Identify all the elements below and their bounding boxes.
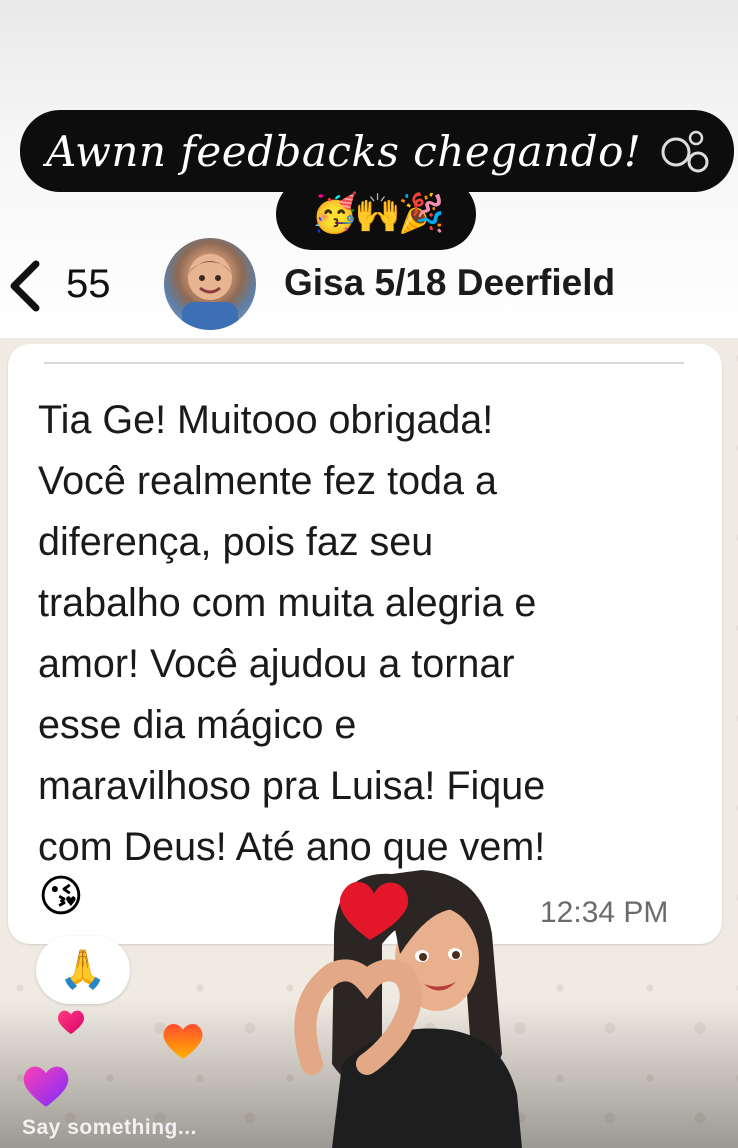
story-emoji-sticker[interactable]: 🥳🙌🎉: [276, 178, 476, 250]
unread-count[interactable]: 55: [66, 262, 111, 307]
message-timestamp: 12:34 PM: [540, 896, 669, 929]
heart-icon: [23, 1066, 69, 1107]
heart-icon: [163, 1024, 203, 1060]
caption-emojis: 🥳🙌🎉: [311, 193, 445, 235]
heart-icon: [57, 1010, 85, 1035]
back-chevron-icon[interactable]: [6, 258, 42, 314]
reaction-emoji: 🙏: [59, 949, 107, 991]
kiss-emoji: 😘: [38, 872, 84, 921]
bubbles-icon: [661, 130, 709, 173]
message-reaction[interactable]: 🙏: [36, 936, 130, 1004]
reply-input-placeholder[interactable]: Say something...: [22, 1116, 197, 1140]
contact-name[interactable]: Gisa 5/18 Deerfield: [284, 262, 615, 304]
contact-avatar[interactable]: [164, 238, 256, 330]
caption-text: Awnn feedbacks chegando!: [46, 126, 642, 176]
avatar-heart-sticker[interactable]: [272, 864, 522, 1148]
divider: [44, 362, 684, 364]
message-text: Tia Ge! Muitooo obrigada! Você realmente…: [38, 398, 546, 869]
